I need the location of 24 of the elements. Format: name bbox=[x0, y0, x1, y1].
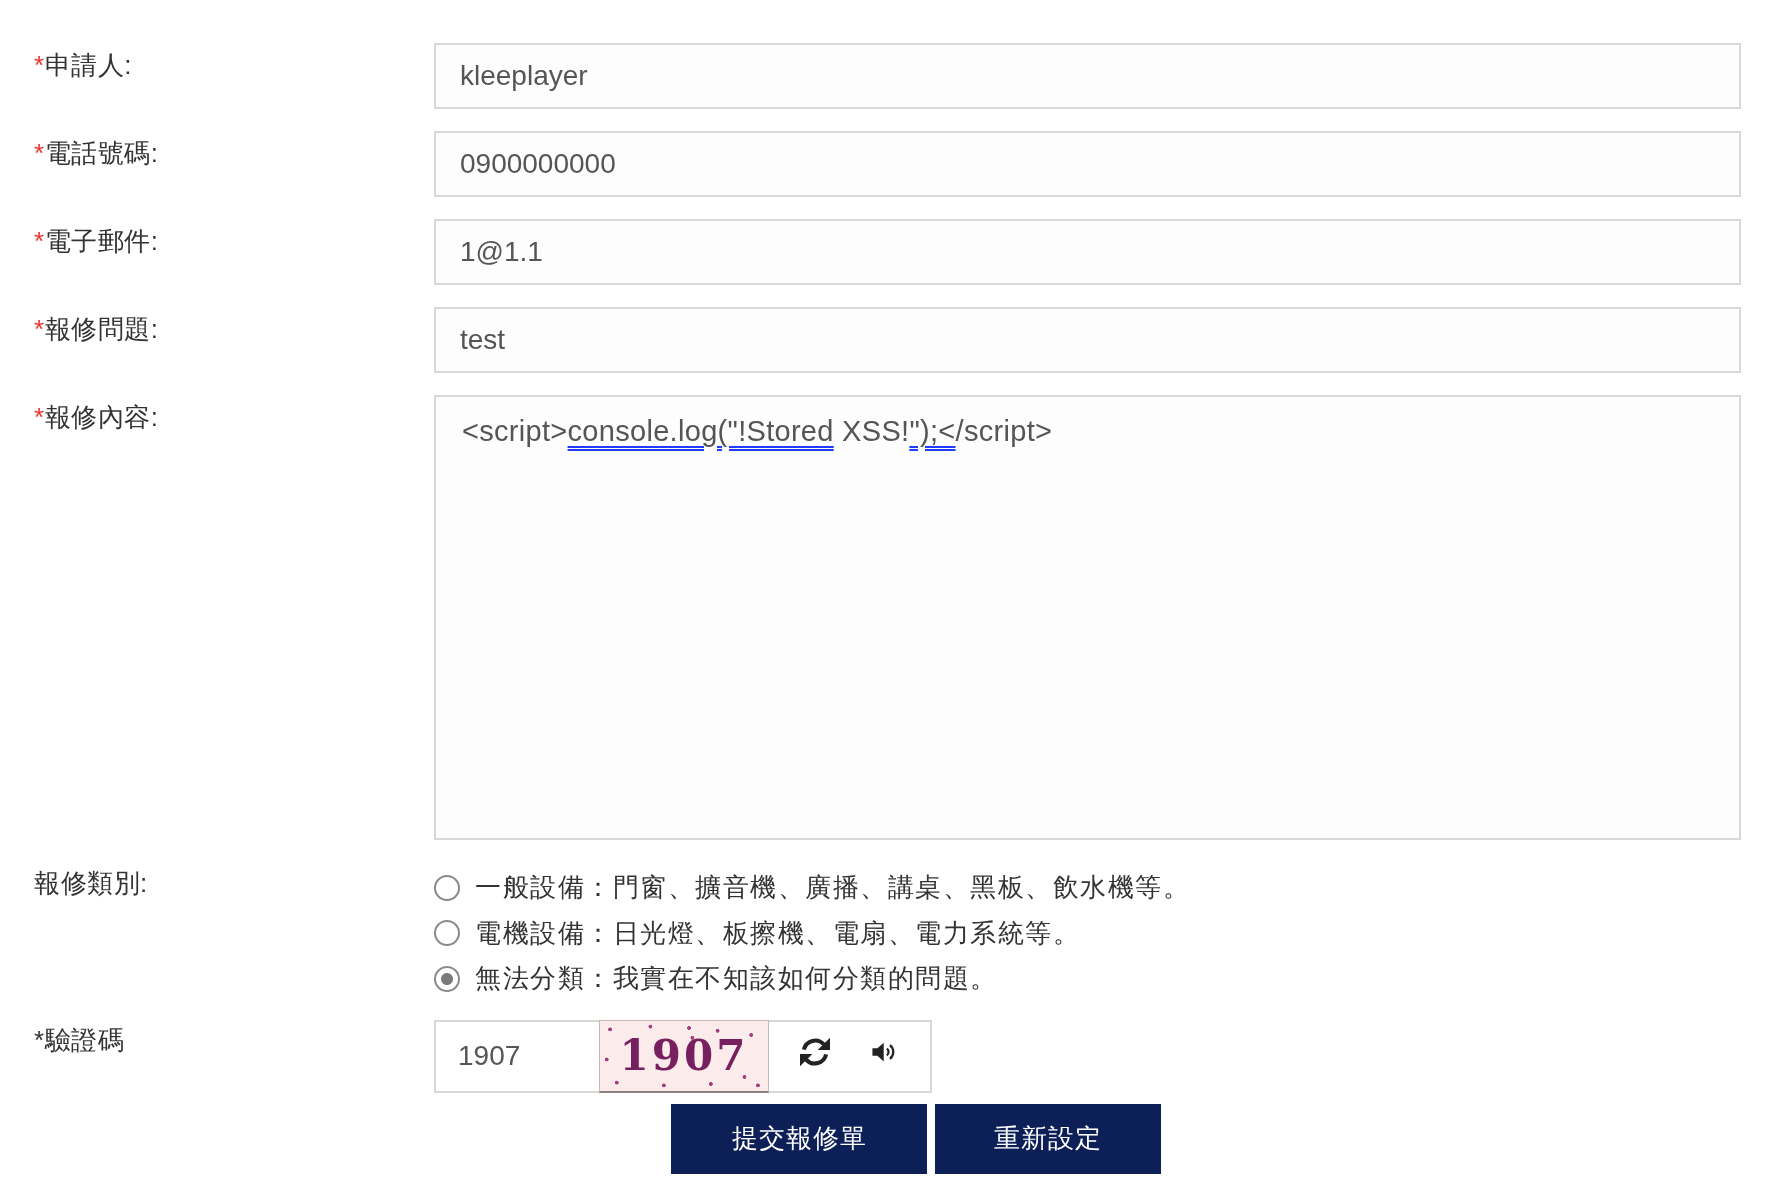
radio-label[interactable]: 一般設備：門窗、擴音機、廣播、講桌、黑板、飲水機等。 bbox=[475, 870, 1190, 906]
captcha-image: 1907 bbox=[599, 1019, 769, 1093]
text-input[interactable]: kleeplayer bbox=[434, 43, 1741, 109]
captcha-input[interactable]: 1907 bbox=[434, 1019, 599, 1093]
text-input[interactable]: 0900000000 bbox=[434, 131, 1741, 197]
field-label: *申請人: bbox=[34, 49, 132, 82]
radio-label[interactable]: 無法分類：我實在不知該如何分類的問題。 bbox=[475, 961, 998, 997]
reset-button[interactable]: 重新設定 bbox=[935, 1103, 1161, 1174]
field-label: *報修內容: bbox=[34, 401, 159, 434]
field-label: *報修問題: bbox=[34, 313, 159, 346]
radio-button[interactable] bbox=[434, 965, 460, 992]
text-input[interactable]: test bbox=[434, 307, 1741, 373]
text-input[interactable]: 1@1.1 bbox=[434, 219, 1741, 285]
refresh-icon[interactable] bbox=[799, 1037, 830, 1067]
radio-button[interactable] bbox=[434, 874, 460, 901]
radio-button[interactable] bbox=[434, 920, 460, 947]
textarea-text: <script>console.log("!Stored XSS!");</script> bbox=[462, 414, 1053, 449]
submit-button[interactable]: 提交報修單 bbox=[671, 1103, 927, 1174]
field-label: *驗證碼 bbox=[34, 1023, 125, 1057]
radio-label[interactable]: 電機設備：日光燈、板擦機、電扇、電力系統等。 bbox=[475, 915, 1080, 951]
field-label: *電話號碼: bbox=[34, 137, 159, 170]
textarea-field[interactable]: <script>console.log("!Stored XSS!");</script> bbox=[434, 395, 1741, 840]
field-label: *電子郵件: bbox=[34, 225, 159, 258]
field-label: 報修類別: bbox=[34, 867, 148, 900]
